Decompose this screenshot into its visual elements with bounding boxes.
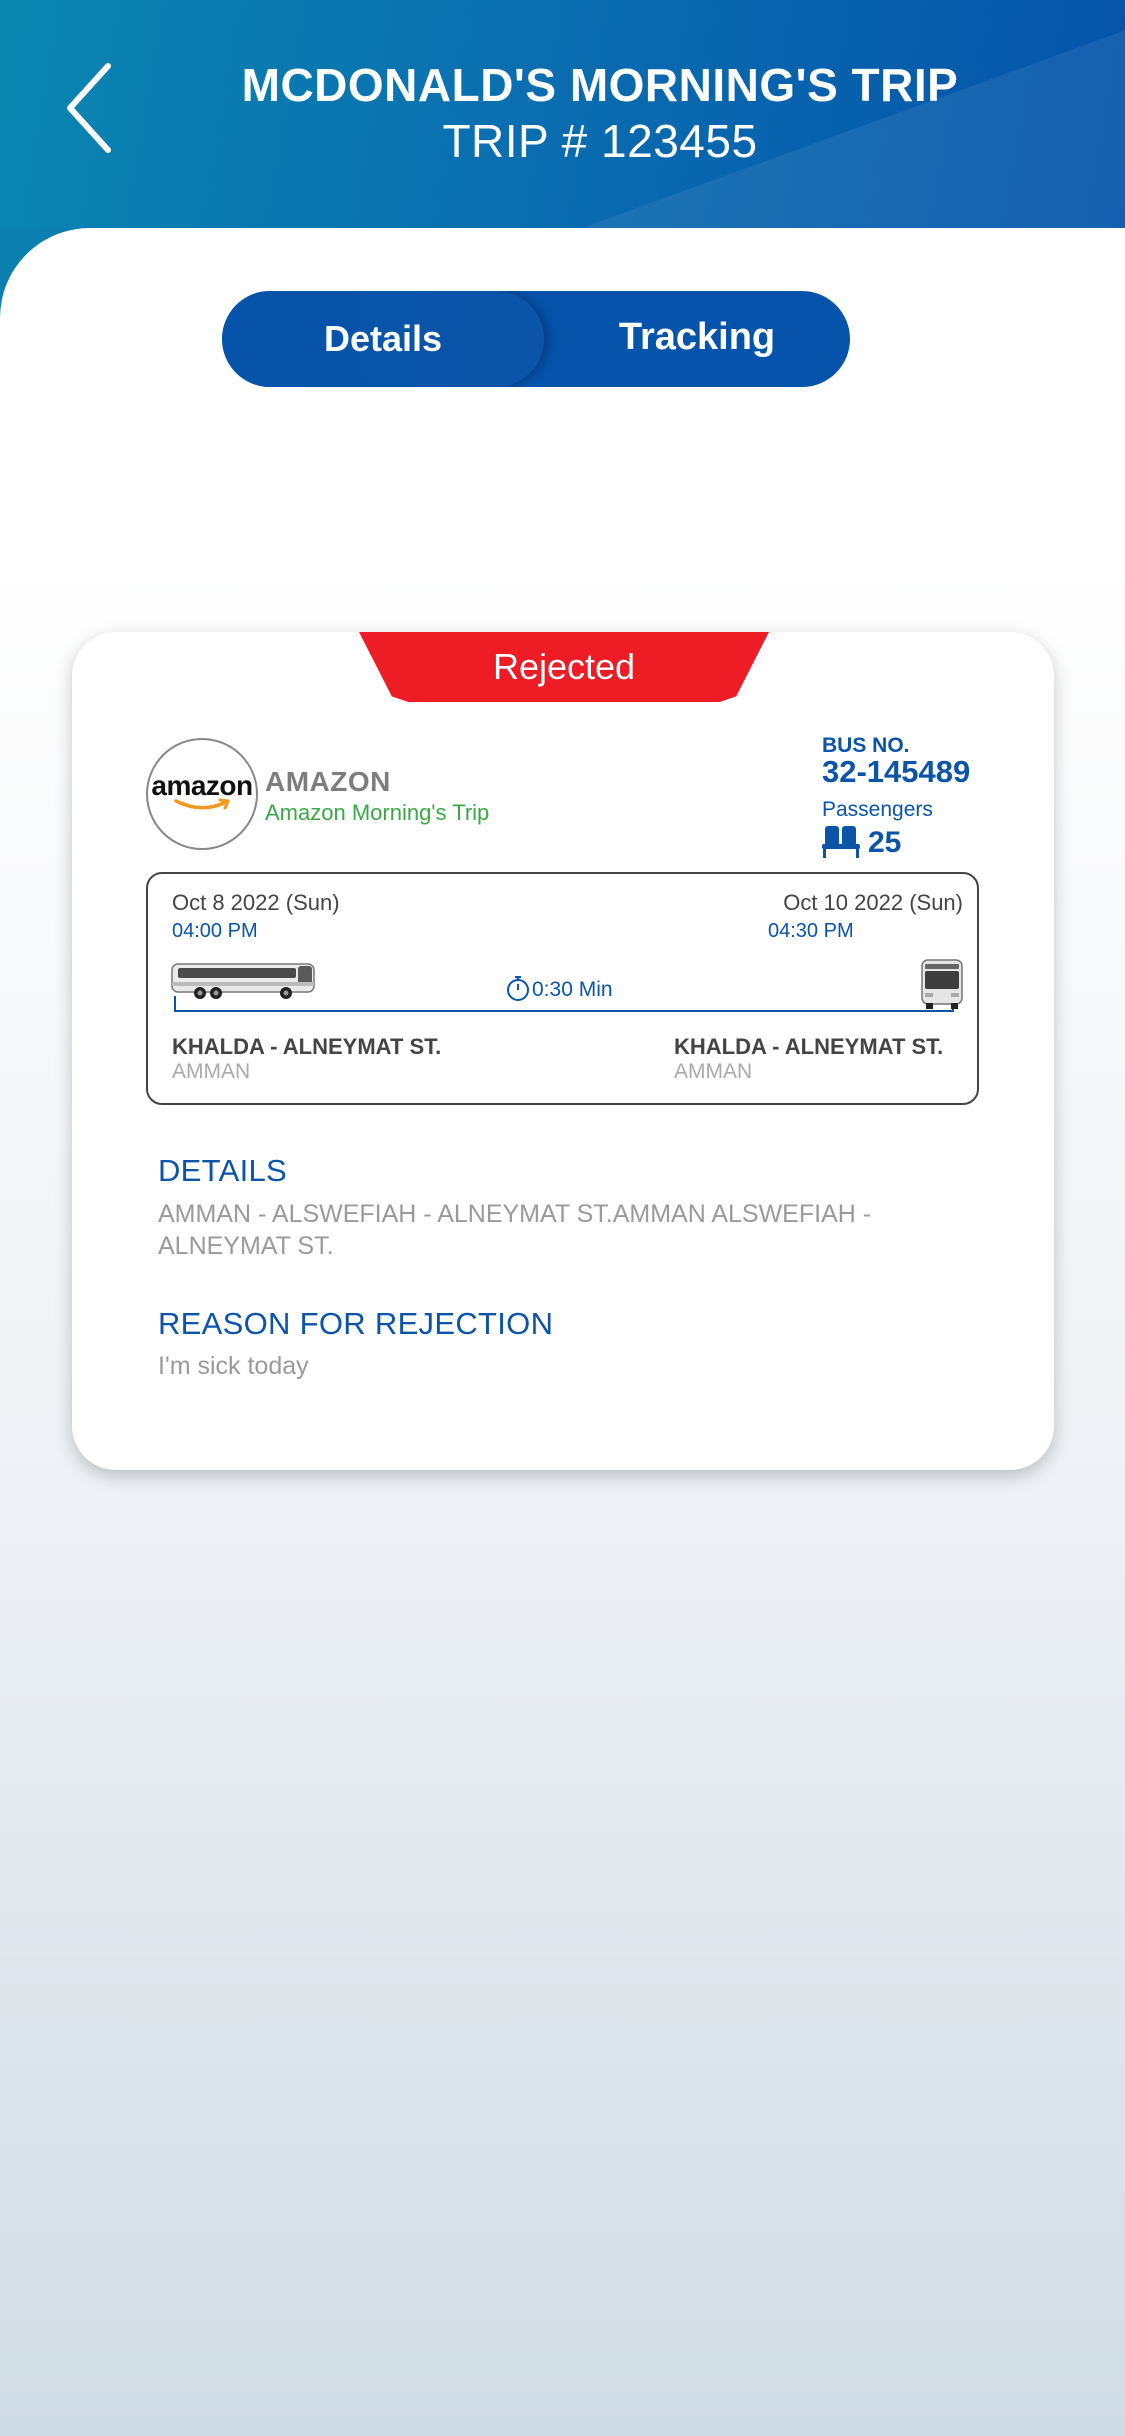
bus-front-icon <box>921 959 963 1009</box>
stopwatch-icon <box>507 976 529 1001</box>
trip-duration: 0:30 Min <box>532 978 613 1001</box>
tab-switcher: Tracking Details <box>222 291 850 387</box>
rejection-reason-heading: REASON FOR REJECTION <box>158 1306 554 1341</box>
passenger-count: 25 <box>868 826 902 859</box>
departure-place: KHALDA - ALNEYMAT ST. <box>172 1034 442 1059</box>
tab-details[interactable]: Details <box>222 291 544 387</box>
passengers-label: Passengers <box>822 798 933 821</box>
route-line <box>174 1010 954 1012</box>
departure-time: 04:00 PM <box>172 920 258 942</box>
company-name: AMAZON <box>265 766 391 797</box>
page-title: MCDONALD'S MORNING'S TRIP <box>241 59 959 111</box>
back-button[interactable] <box>62 62 122 154</box>
trip-card: Rejected amazon AMAZON Amazon Morning's … <box>72 632 1054 1470</box>
company-logo: amazon <box>146 738 258 850</box>
trip-name: Amazon Morning's Trip <box>265 800 490 825</box>
arrival-date: Oct 10 2022 (Sun) <box>783 890 963 915</box>
status-badge: Rejected <box>359 632 769 702</box>
bus-number: 32-145489 <box>822 754 971 789</box>
tab-tracking[interactable]: Tracking <box>544 291 850 387</box>
bus-side-icon <box>171 963 315 999</box>
details-text: AMMAN - ALSWEFIAH - ALNEYMAT ST.AMMAN AL… <box>158 1200 872 1260</box>
arrival-city: AMMAN <box>674 1060 753 1083</box>
trip-number: TRIP # 123455 <box>442 115 758 167</box>
chevron-left-icon <box>67 63 111 153</box>
departure-date: Oct 8 2022 (Sun) <box>172 890 340 915</box>
route-box: Oct 8 2022 (Sun) 04:00 PM Oct 10 2022 (S… <box>146 872 979 1105</box>
departure-city: AMMAN <box>172 1060 251 1083</box>
app-header: MCDONALD'S MORNING'S TRIP TRIP # 123455 <box>0 0 1125 228</box>
arrival-place: KHALDA - ALNEYMAT ST. <box>674 1034 944 1059</box>
amazon-smile-icon <box>174 798 230 810</box>
arrival-time: 04:30 PM <box>768 920 854 942</box>
rejection-reason-text: I'm sick today <box>158 1352 309 1380</box>
details-heading: DETAILS <box>158 1153 288 1188</box>
seat-icon <box>822 826 860 858</box>
